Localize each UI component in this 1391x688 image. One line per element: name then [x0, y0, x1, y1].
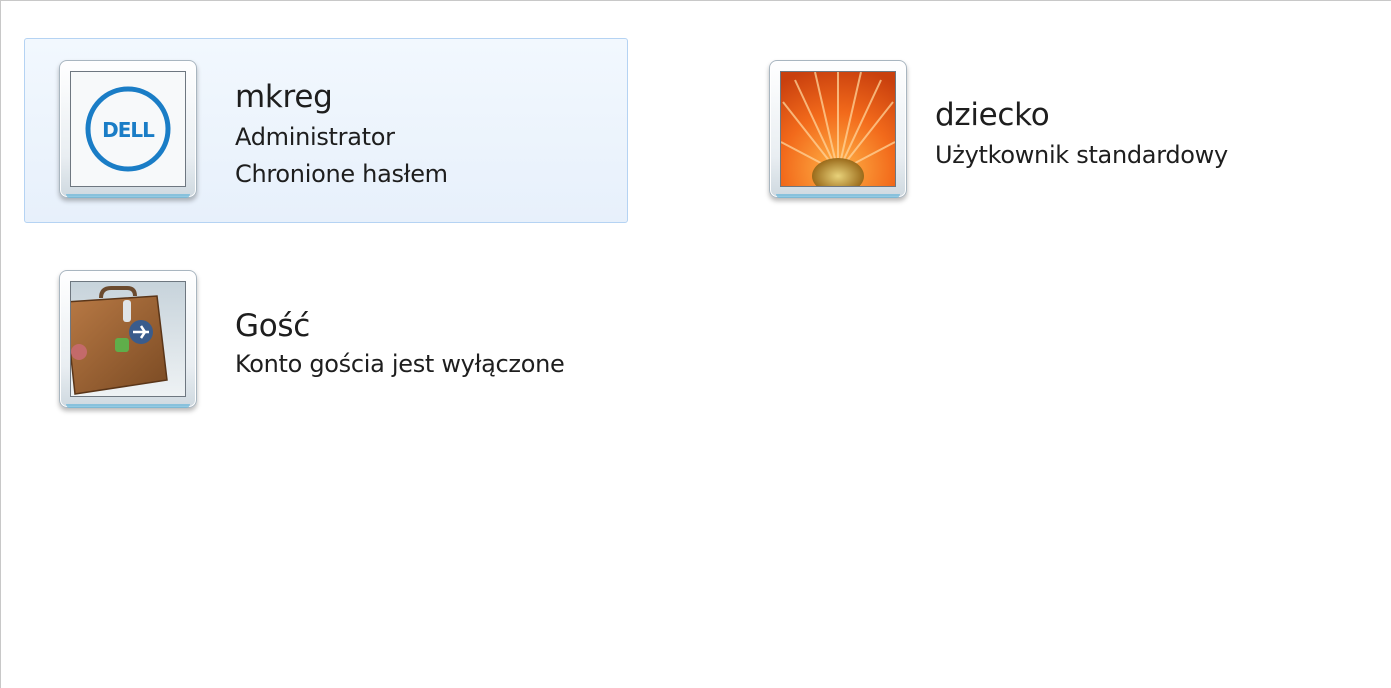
account-name: Gość — [235, 308, 310, 344]
flower-icon — [780, 71, 896, 187]
account-picture-frame: DELL — [59, 60, 197, 198]
account-type: Użytkownik standardowy — [935, 141, 1228, 169]
account-name: mkreg — [235, 79, 333, 115]
svg-text:DELL: DELL — [102, 118, 155, 142]
user-accounts-panel: DELL mkreg Administrator Chronione hasłe… — [0, 0, 1391, 688]
account-type: Administrator — [235, 123, 395, 151]
dell-logo-icon: DELL — [70, 71, 186, 187]
account-status: Konto gościa jest wyłączone — [235, 350, 565, 378]
account-tile-dziecko[interactable]: dziecko Użytkownik standardowy — [734, 38, 1338, 223]
suitcase-icon — [70, 281, 186, 397]
account-picture-frame — [59, 270, 197, 408]
account-name: dziecko — [935, 97, 1050, 133]
account-tile-mkreg[interactable]: DELL mkreg Administrator Chronione hasłe… — [24, 38, 628, 223]
account-tile-guest[interactable]: Gość Konto gościa jest wyłączone — [24, 248, 628, 433]
account-picture-frame — [769, 60, 907, 198]
account-password-status: Chronione hasłem — [235, 160, 448, 188]
